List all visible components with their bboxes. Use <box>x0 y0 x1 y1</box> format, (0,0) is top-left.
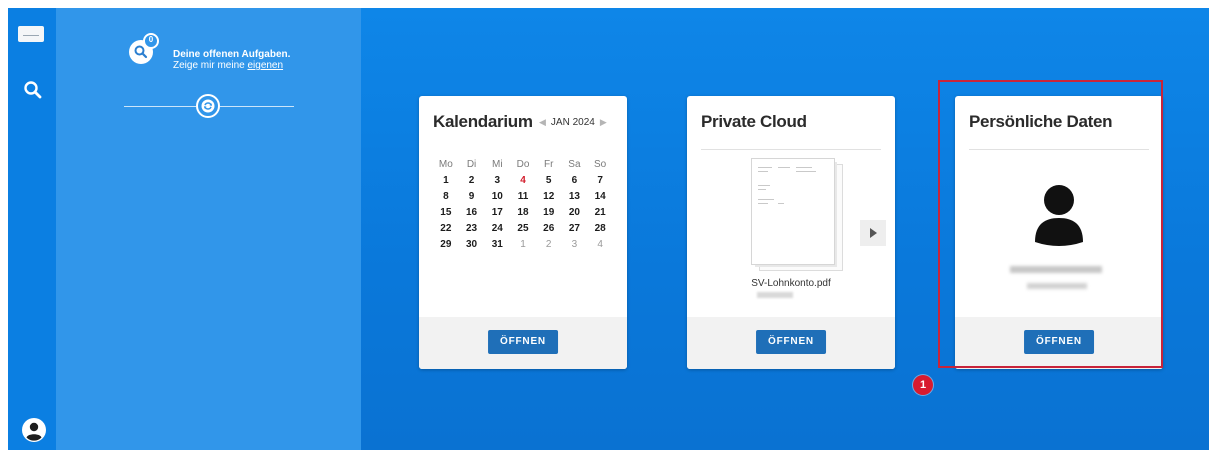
redacted-name <box>1010 266 1102 273</box>
task-summary-prefix: Zeige mir meine <box>173 60 248 71</box>
personal-title: Persönliche Daten <box>969 112 1113 131</box>
sync-divider-left <box>124 106 196 107</box>
calendar-day[interactable]: 3 <box>562 237 588 252</box>
weekday-header: Sa <box>568 159 581 170</box>
month-navigator: ◀ JAN 2024 ▶ <box>539 117 607 128</box>
sync-button[interactable] <box>196 94 220 118</box>
cloud-divider <box>701 149 881 150</box>
calendar-grid: Mo Di Mi Do Fr Sa So 1 2 3 4 5 6 7 8 9 10 11 12 13 14 15 16 17 1… <box>433 157 613 252</box>
calendar-day[interactable]: 1 <box>433 173 459 188</box>
next-month-icon[interactable]: ▶ <box>600 117 607 128</box>
calendar-day[interactable]: 28 <box>587 221 613 236</box>
weekday-header: Do <box>516 159 530 170</box>
calendar-footer: ÖFFNEN <box>419 317 627 369</box>
company-logo[interactable] <box>18 26 44 42</box>
calendar-day[interactable]: 3 <box>484 173 510 188</box>
calendar-day[interactable]: 31 <box>484 237 510 252</box>
task-summary-line1: Deine offenen Aufgaben. <box>173 49 291 60</box>
calendar-day[interactable]: 15 <box>433 205 459 220</box>
nav-rail <box>8 8 56 450</box>
calendar-day[interactable]: 16 <box>459 205 485 220</box>
calendar-day[interactable]: 24 <box>484 221 510 236</box>
calendar-day[interactable]: 12 <box>536 189 562 204</box>
cloud-open-button[interactable]: ÖFFNEN <box>756 330 826 354</box>
document-thumbnail[interactable] <box>751 158 835 265</box>
person-icon <box>1033 184 1085 246</box>
calendar-day[interactable]: 6 <box>562 173 588 188</box>
calendar-day[interactable]: 2 <box>459 173 485 188</box>
calendar-day[interactable]: 17 <box>484 205 510 220</box>
calendar-open-button[interactable]: ÖFFNEN <box>488 330 558 354</box>
weekday-header: Mo <box>438 159 453 170</box>
redacted-location <box>1027 283 1087 289</box>
calendar-day[interactable]: 30 <box>459 237 485 252</box>
calendar-day[interactable]: 22 <box>433 221 459 236</box>
refresh-icon <box>201 99 215 113</box>
calendar-day[interactable]: 25 <box>510 221 536 236</box>
task-summary-line2: Zeige mir meine eigenen <box>173 60 290 71</box>
calendar-day[interactable]: 7 <box>587 173 613 188</box>
task-panel: 0 Deine offenen Aufgaben. Zeige mir mein… <box>56 8 361 450</box>
calendar-day[interactable]: 8 <box>433 189 459 204</box>
calendar-day[interactable]: 5 <box>536 173 562 188</box>
weekday-header: So <box>594 159 607 170</box>
calendar-day[interactable]: 23 <box>459 221 485 236</box>
private-cloud-card: Private Cloud SV-Lohnkonto.pdf ÖFFNEN <box>687 96 895 369</box>
app-window: 0 Deine offenen Aufgaben. Zeige mir mein… <box>8 8 1209 450</box>
task-search-icon[interactable]: 0 <box>126 32 160 66</box>
calendar-day[interactable]: 18 <box>510 205 536 220</box>
own-tasks-link[interactable]: eigenen <box>247 60 283 71</box>
calendar-day[interactable]: 26 <box>536 221 562 236</box>
task-summary: Deine offenen Aufgaben. Zeige mir meine … <box>173 49 290 71</box>
calendar-day[interactable]: 1 <box>510 237 536 252</box>
search-icon[interactable] <box>23 80 43 100</box>
next-document-button[interactable] <box>860 220 886 246</box>
personal-divider <box>969 149 1149 150</box>
calendar-day[interactable]: 19 <box>536 205 562 220</box>
month-label: JAN 2024 <box>550 117 595 128</box>
calendar-day[interactable]: 20 <box>562 205 588 220</box>
personal-footer: ÖFFNEN <box>955 317 1163 369</box>
calendar-day[interactable]: 4 <box>587 237 613 252</box>
task-count-badge: 0 <box>148 35 154 44</box>
calendar-day[interactable]: 14 <box>587 189 613 204</box>
file-name[interactable]: SV-Lohnkonto.pdf <box>687 278 895 289</box>
calendar-day[interactable]: 13 <box>562 189 588 204</box>
annotation-marker: 1 <box>913 375 933 395</box>
personal-data-card: Persönliche Daten ÖFFNEN <box>955 96 1163 369</box>
calendar-day[interactable]: 27 <box>562 221 588 236</box>
sync-divider-right <box>220 106 294 107</box>
calendar-day[interactable]: 11 <box>510 189 536 204</box>
calendar-card: Kalendarium ◀ JAN 2024 ▶ Mo Di Mi Do Fr Sa So 1… <box>419 96 627 369</box>
file-meta-redacted <box>757 292 793 298</box>
calendar-day-today[interactable]: 4 <box>510 173 536 188</box>
weekday-header: Di <box>466 159 477 170</box>
calendar-title: Kalendarium <box>433 112 533 131</box>
prev-month-icon[interactable]: ◀ <box>539 117 546 128</box>
calendar-day[interactable]: 10 <box>484 189 510 204</box>
weekday-header: Fr <box>543 159 554 170</box>
calendar-day[interactable]: 9 <box>459 189 485 204</box>
user-icon[interactable] <box>22 418 46 442</box>
calendar-day[interactable]: 29 <box>433 237 459 252</box>
cloud-title: Private Cloud <box>701 112 807 131</box>
personal-open-button[interactable]: ÖFFNEN <box>1024 330 1094 354</box>
calendar-day[interactable]: 2 <box>536 237 562 252</box>
cloud-footer: ÖFFNEN <box>687 317 895 369</box>
calendar-day[interactable]: 21 <box>587 205 613 220</box>
weekday-header: Mi <box>492 159 503 170</box>
